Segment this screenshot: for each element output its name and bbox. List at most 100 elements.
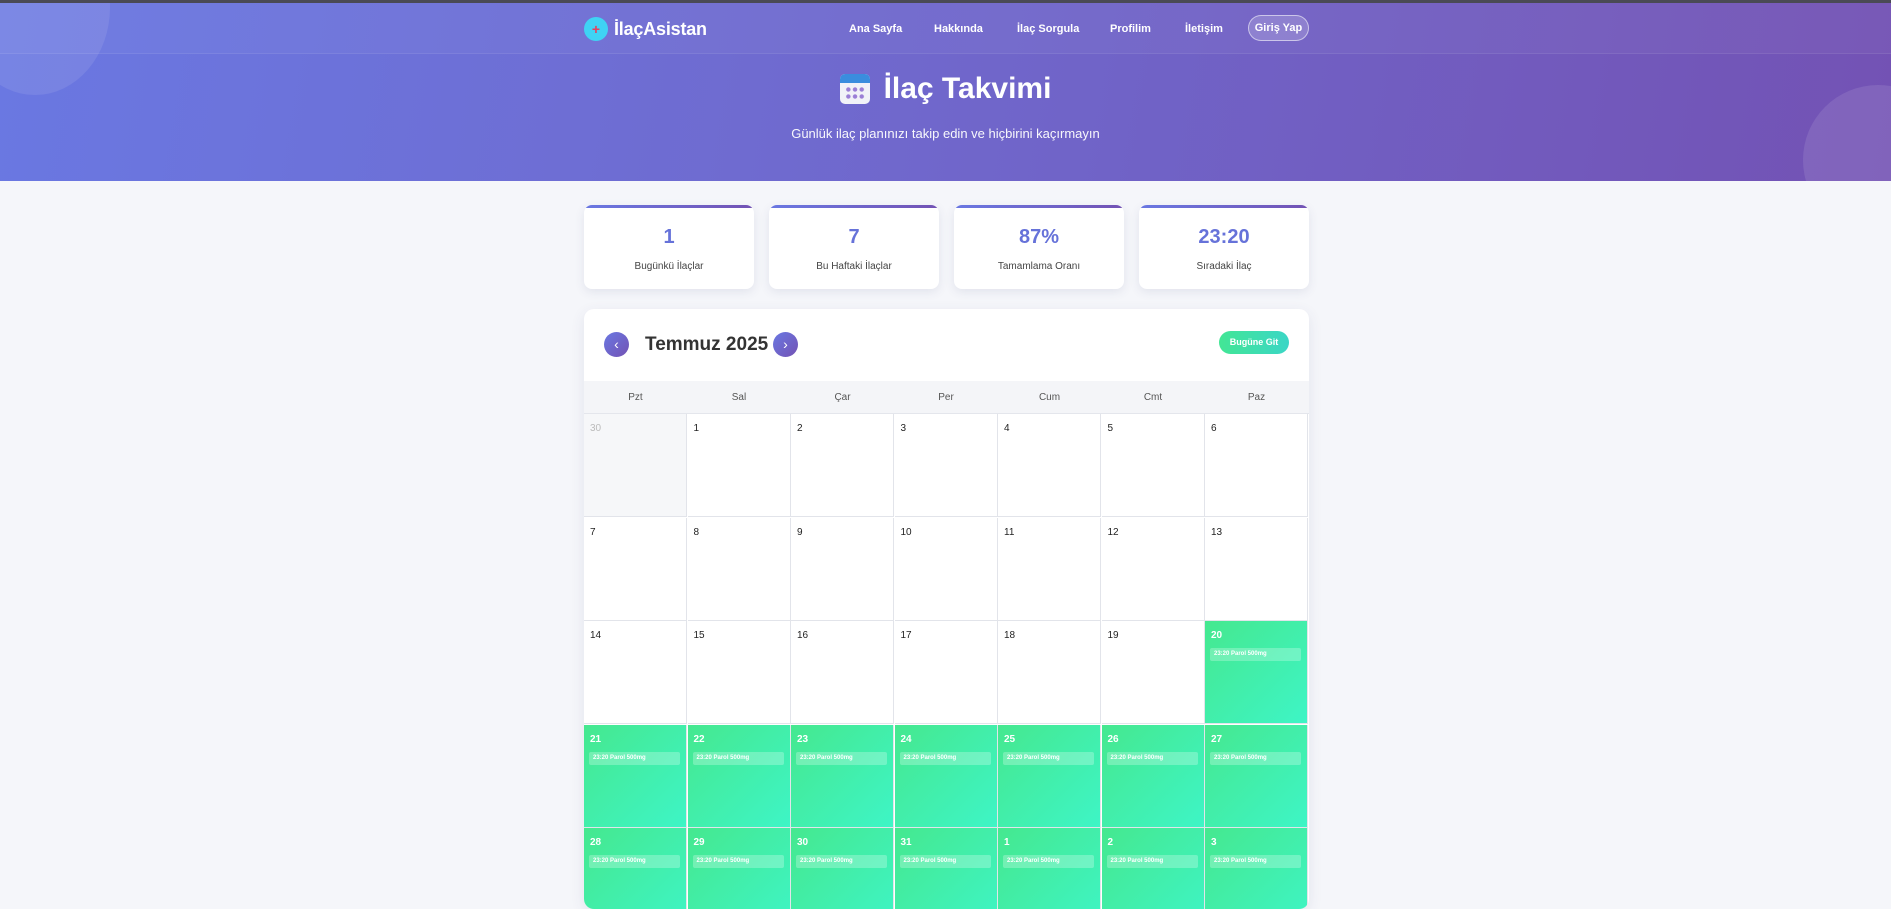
medication-entry[interactable]: 23:20 Parol 500mg [1210, 648, 1301, 661]
nav-link-drug-search[interactable]: İlaç Sorgula [1017, 18, 1079, 40]
calendar-day-cell[interactable]: 12 [1101, 517, 1205, 621]
calendar-day-cell[interactable]: 5 [1101, 414, 1205, 517]
day-number: 19 [1107, 630, 1119, 641]
medication-entry[interactable]: 23:20 Parol 500mg [1003, 751, 1094, 765]
nav-link-profile[interactable]: Profilim [1110, 18, 1151, 40]
day-number: 31 [900, 837, 912, 848]
day-number: 17 [900, 630, 912, 641]
calendar-day-cell[interactable]: 3 [894, 414, 998, 517]
day-number: 4 [1004, 423, 1010, 434]
calendar-day-cell[interactable]: 13 [1205, 517, 1308, 621]
nav-link-about[interactable]: Hakkında [934, 18, 983, 40]
calendar-day-cell[interactable]: 8 [687, 517, 791, 621]
day-number: 24 [900, 733, 912, 745]
day-number: 10 [900, 526, 912, 538]
calendar-day-cell[interactable]: 17 [894, 621, 998, 724]
plus-icon: + [584, 17, 608, 41]
day-number: 16 [797, 630, 809, 641]
day-number: 3 [1211, 837, 1217, 848]
calendar-day-cell[interactable]: 25 23:20 Parol 500mg [998, 724, 1101, 828]
day-number: 7 [590, 526, 596, 538]
stat-card-completion: 87% Tamamlama Oranı [954, 205, 1124, 289]
calendar-day-cell[interactable]: 29 23:20 Parol 500mg [687, 828, 791, 909]
medication-entry[interactable]: 23:20 Parol 500mg [692, 751, 784, 765]
day-number: 13 [1211, 526, 1223, 538]
go-to-today-button[interactable]: Bugüne Git [1219, 331, 1289, 354]
weekday-label: Cum [1038, 392, 1061, 403]
weekday-label: Per [938, 392, 954, 403]
calendar-day-cell[interactable]: 30 [584, 414, 687, 517]
medication-entry[interactable]: 23:20 Parol 500mg [899, 751, 991, 765]
prev-month-button[interactable]: ‹ [604, 332, 629, 357]
day-number: 15 [693, 630, 705, 641]
calendar-day-cell[interactable]: 9 [791, 517, 894, 621]
day-number: 25 [1004, 733, 1016, 745]
nav-link-contact[interactable]: İletişim [1185, 18, 1223, 40]
login-button[interactable]: Giriş Yap [1248, 15, 1309, 41]
calendar-day-cell[interactable]: 3 23:20 Parol 500mg [1205, 828, 1308, 909]
calendar-icon [839, 74, 870, 104]
calendar-day-cell[interactable]: 10 [894, 517, 998, 621]
calendar-day-cell[interactable]: 14 [584, 621, 687, 724]
day-number: 8 [693, 526, 700, 538]
calendar-day-cell[interactable]: 27 23:20 Parol 500mg [1205, 724, 1308, 828]
calendar-day-cell[interactable]: 6 [1205, 414, 1308, 517]
calendar-day-cell[interactable]: 22 23:20 Parol 500mg [687, 724, 791, 828]
nav-link-home[interactable]: Ana Sayfa [849, 18, 902, 40]
stat-value: 7 [848, 226, 860, 248]
stat-value: 1 [663, 226, 675, 248]
calendar-day-cell[interactable]: 26 23:20 Parol 500mg [1101, 724, 1205, 828]
medication-entry[interactable]: 23:20 Parol 500mg [1210, 751, 1301, 765]
day-number: 2 [1107, 837, 1114, 848]
day-number: 29 [693, 837, 705, 848]
calendar-day-cell[interactable]: 4 [998, 414, 1101, 517]
calendar-day-cell[interactable]: 18 [998, 621, 1101, 724]
calendar-day-cell[interactable]: 2 [791, 414, 894, 517]
day-number: 20 [1211, 630, 1223, 641]
weekday-label: Paz [1247, 392, 1266, 403]
day-number: 9 [797, 526, 803, 538]
medication-entry[interactable]: 23:20 Parol 500mg [899, 855, 991, 868]
calendar-day-cell[interactable]: 20 23:20 Parol 500mg [1205, 621, 1308, 724]
calendar-day-cell[interactable]: 11 [998, 517, 1101, 621]
calendar-day-cell[interactable]: 30 23:20 Parol 500mg [791, 828, 894, 909]
calendar-day-cell[interactable]: 16 [791, 621, 894, 724]
medication-entry[interactable]: 23:20 Parol 500mg [796, 751, 887, 765]
page-title: İlaç Takvimi [839, 72, 1051, 106]
medication-entry[interactable]: 23:20 Parol 500mg [692, 855, 784, 868]
medication-entry[interactable]: 23:20 Parol 500mg [1106, 855, 1198, 868]
calendar-day-cell[interactable]: 31 23:20 Parol 500mg [894, 828, 998, 909]
calendar-day-cell[interactable]: 23 23:20 Parol 500mg [791, 724, 894, 828]
day-number: 30 [797, 837, 809, 848]
medication-entry[interactable]: 23:20 Parol 500mg [796, 855, 887, 868]
weekday-header: Pzt Sal Çar Per Cum Cmt Paz [584, 381, 1309, 414]
calendar-day-cell[interactable]: 1 23:20 Parol 500mg [998, 828, 1101, 909]
calendar-day-cell[interactable]: 15 [687, 621, 791, 724]
medication-entry[interactable]: 23:20 Parol 500mg [589, 751, 680, 765]
day-number: 6 [1211, 423, 1217, 434]
stat-card-week: 7 Bu Haftaki İlaçlar [769, 205, 939, 289]
brand-name: İlaçAsistan [614, 18, 707, 39]
medication-entry[interactable]: 23:20 Parol 500mg [589, 855, 680, 868]
window-top-border [0, 0, 1891, 3]
calendar-day-cell[interactable]: 28 23:20 Parol 500mg [584, 828, 687, 909]
calendar-day-cell[interactable]: 24 23:20 Parol 500mg [894, 724, 998, 828]
day-number: 3 [900, 423, 907, 434]
calendar-day-cell[interactable]: 7 [584, 517, 687, 621]
day-number: 30 [590, 423, 602, 434]
medication-entry[interactable]: 23:20 Parol 500mg [1210, 855, 1301, 868]
calendar-day-cell[interactable]: 1 [687, 414, 791, 517]
brand-logo[interactable]: + İlaçAsistan [584, 17, 707, 41]
weekday-label: Çar [834, 392, 851, 403]
medication-entry[interactable]: 23:20 Parol 500mg [1003, 855, 1094, 868]
calendar-day-cell[interactable]: 19 [1101, 621, 1205, 724]
day-number: 11 [1004, 526, 1015, 538]
page-subtitle: Günlük ilaç planınızı takip edin ve hiçb… [791, 126, 1100, 141]
medication-entry[interactable]: 23:20 Parol 500mg [1106, 751, 1198, 765]
day-number: 26 [1107, 733, 1119, 745]
calendar-day-cell[interactable]: 2 23:20 Parol 500mg [1101, 828, 1205, 909]
weekday-label: Sal [731, 392, 747, 403]
next-month-button[interactable]: › [773, 332, 798, 357]
calendar-day-cell[interactable]: 21 23:20 Parol 500mg [584, 724, 687, 828]
stat-label: Bugünkü İlaçlar [634, 261, 704, 272]
